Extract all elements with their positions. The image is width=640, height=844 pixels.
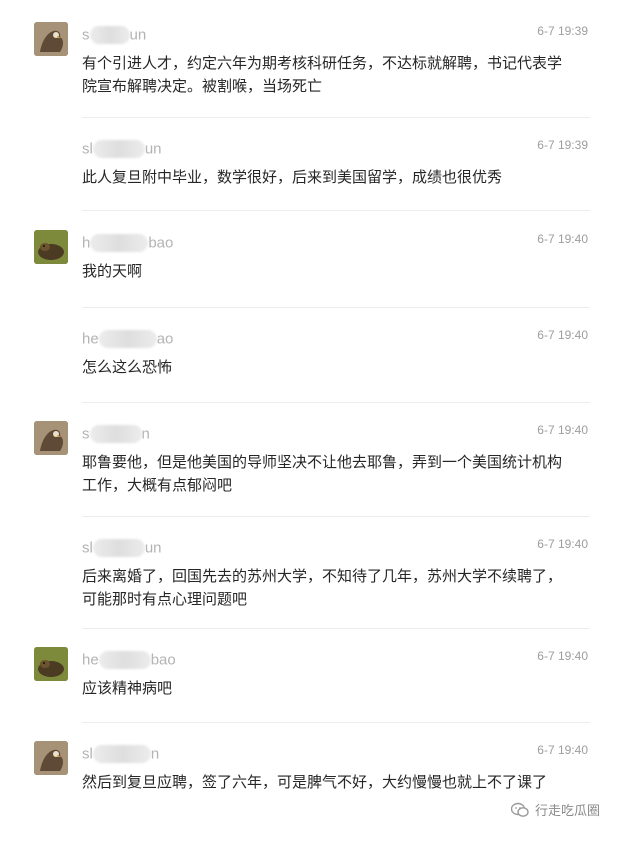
message-time: 6-7 19:40 — [537, 537, 588, 551]
message-time: 6-7 19:40 — [537, 232, 588, 246]
sender-name: s un — [82, 26, 147, 45]
user-h-avatar[interactable] — [34, 230, 68, 264]
message-time: 6-7 19:39 — [537, 24, 588, 38]
message-text: 怎么这么恐怖 — [82, 358, 173, 376]
user-s-avatar[interactable] — [34, 22, 68, 56]
sender-name: sl n — [82, 745, 160, 764]
sender-name: h bao — [82, 234, 174, 253]
message-divider — [82, 117, 590, 118]
watermark-text: 行走吃瓜圈 — [534, 804, 600, 819]
animal-avatar-image — [34, 230, 68, 264]
sender-name: sl un — [82, 539, 162, 558]
sender-name: he ao — [82, 330, 174, 349]
message-time: 6-7 19:40 — [537, 423, 588, 437]
message-divider — [82, 402, 590, 403]
message-divider — [82, 307, 590, 308]
user-s-avatar[interactable] — [34, 741, 68, 775]
name-redaction — [90, 234, 149, 253]
eagle-avatar-image — [34, 741, 68, 775]
eagle-avatar-image — [34, 421, 68, 455]
message-text: 然后到复旦应聘，签了六年，可是脾气不好，大约慢慢也就上不了课了 — [82, 773, 548, 791]
watermark: 行走吃瓜圈 — [510, 800, 600, 819]
sender-name: sn — [82, 425, 150, 444]
message-divider — [82, 516, 590, 517]
user-s-avatar[interactable] — [34, 421, 68, 455]
user-h-avatar[interactable] — [34, 647, 68, 681]
message-divider — [82, 210, 590, 211]
animal-avatar-image — [34, 647, 68, 681]
message-text: 有个引进人才，约定六年为期考核科研任务，不达标就解聘，书记代表学院宣布解聘决定。… — [82, 54, 563, 95]
eagle-avatar-image — [34, 22, 68, 56]
name-redaction — [89, 425, 142, 444]
message-time: 6-7 19:39 — [537, 138, 588, 152]
message-divider — [82, 722, 590, 723]
sender-name: he bao — [82, 651, 176, 670]
name-redaction — [98, 651, 151, 670]
wechat-channel-icon — [510, 802, 529, 818]
message-text: 此人复旦附中毕业，数学很好，后来到美国留学，成绩也很优秀 — [82, 168, 503, 186]
sender-name: sl un — [82, 140, 162, 159]
name-redaction — [92, 539, 145, 558]
message-divider — [82, 628, 590, 629]
name-redaction — [89, 26, 130, 45]
message-time: 6-7 19:40 — [537, 649, 588, 663]
name-redaction — [92, 745, 151, 764]
message-text: 应该精神病吧 — [82, 679, 173, 697]
message-text: 耶鲁要他，但是他美国的导师坚决不让他去耶鲁，弄到一个美国统计机构工作，大概有点郁… — [82, 453, 563, 494]
message-time: 6-7 19:40 — [537, 743, 588, 757]
name-redaction — [98, 330, 157, 349]
message-text: 后来离婚了，回国先去的苏州大学，不知待了几年，苏州大学不续聘了，可能那时有点心理… — [82, 567, 563, 608]
message-text: 我的天啊 — [82, 262, 143, 280]
name-redaction — [92, 140, 145, 159]
message-time: 6-7 19:40 — [537, 328, 588, 342]
